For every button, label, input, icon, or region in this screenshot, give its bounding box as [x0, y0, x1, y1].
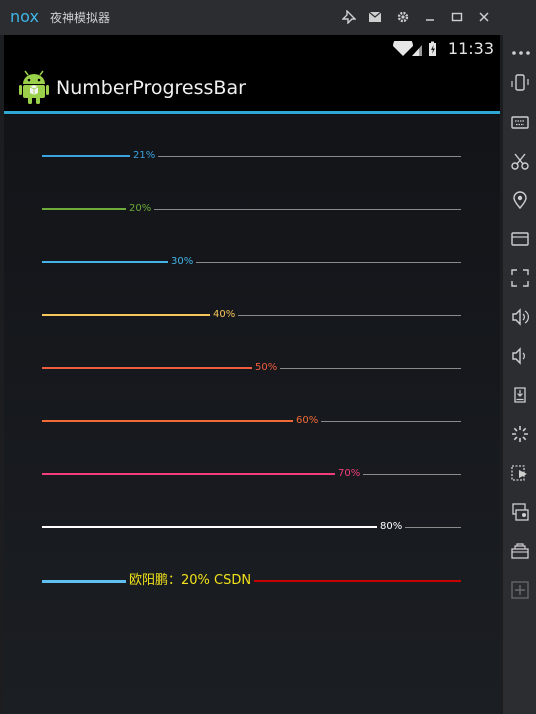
progress-label: 欧阳鹏：20% CSDN: [129, 573, 252, 588]
fullscreen-icon[interactable]: [510, 268, 530, 288]
progress-unreached: [154, 208, 461, 210]
progress-label: 40%: [213, 309, 236, 320]
progress-reached: [42, 367, 252, 369]
progress-reached: [42, 261, 168, 263]
keyboard-icon[interactable]: [510, 112, 530, 132]
progress-label: 30%: [171, 256, 194, 267]
location-icon[interactable]: [510, 190, 530, 210]
progress-unreached: [363, 473, 461, 475]
progress-label: 60%: [296, 415, 319, 426]
progress-unreached: [254, 580, 461, 582]
pin-icon[interactable]: [340, 8, 358, 26]
scissors-icon[interactable]: [510, 151, 530, 171]
progress-reached: [42, 526, 377, 528]
emulator-title-bar: nox 夜神模拟器: [0, 0, 536, 35]
multi-instance-icon[interactable]: [510, 502, 530, 522]
progress-unreached: [280, 367, 461, 369]
nox-logo: nox: [10, 7, 39, 26]
progress-unreached: [321, 420, 461, 422]
action-bar-divider: [4, 111, 500, 114]
progress-reached: [42, 155, 130, 157]
minimize-icon[interactable]: [421, 8, 439, 26]
android-screen: 11:33 NumberProgressBar 21% 20% 30% 40% …: [4, 35, 500, 714]
apk-install-icon[interactable]: [510, 385, 530, 405]
number-progress-bar: 21%: [42, 149, 461, 163]
message-icon[interactable]: [366, 8, 384, 26]
status-clock: 11:33: [447, 39, 494, 58]
svg-text:nox: nox: [10, 7, 39, 26]
add-tool-icon[interactable]: [510, 580, 530, 600]
action-bar: NumberProgressBar: [4, 61, 500, 112]
number-progress-bar: 50%: [42, 361, 461, 375]
status-icons: [392, 36, 442, 61]
number-progress-bar: 70%: [42, 467, 461, 481]
number-progress-bar: 80%: [42, 520, 461, 534]
progress-reached: [42, 473, 335, 475]
progress-unreached: [238, 314, 461, 316]
loading-spinner-icon[interactable]: [510, 424, 530, 444]
maximize-icon[interactable]: [448, 8, 466, 26]
number-progress-bar: 20%: [42, 202, 461, 216]
volume-up-icon[interactable]: [510, 307, 530, 327]
app-title: NumberProgressBar: [56, 77, 246, 99]
progress-reached: [42, 208, 126, 210]
settings-gear-icon[interactable]: [394, 8, 412, 26]
screen-window-icon[interactable]: [510, 229, 530, 249]
rotate-screen-icon[interactable]: [510, 73, 530, 93]
status-bar: 11:33: [4, 35, 500, 61]
battery-icon: [429, 41, 436, 56]
close-icon[interactable]: [475, 8, 493, 26]
camera-tools-icon[interactable]: [510, 541, 530, 561]
volume-down-icon[interactable]: [510, 346, 530, 366]
progress-reached: [42, 420, 293, 422]
progress-label: 20%: [129, 203, 152, 214]
emulator-toolbar: [503, 35, 536, 714]
progress-label: 21%: [133, 150, 156, 161]
progress-label: 80%: [380, 521, 403, 532]
more-options-icon[interactable]: [512, 41, 530, 60]
progress-unreached: [405, 526, 461, 528]
emulator-app-name: 夜神模拟器: [50, 11, 111, 25]
number-progress-bar: 30%: [42, 255, 461, 269]
custom-progress-bar: 欧阳鹏：20% CSDN: [42, 572, 461, 590]
number-progress-bar: 60%: [42, 414, 461, 428]
number-progress-bar: 40%: [42, 308, 461, 322]
progress-unreached: [196, 261, 461, 263]
progress-reached: [42, 314, 210, 316]
progress-label: 50%: [255, 362, 278, 373]
wifi-icon: [393, 36, 413, 56]
screen-record-icon[interactable]: [510, 463, 530, 483]
progress-reached: [42, 580, 126, 583]
android-app-icon: [19, 70, 49, 108]
progress-unreached: [158, 155, 461, 157]
progress-label: 70%: [338, 468, 361, 479]
signal-icon: [412, 45, 422, 56]
